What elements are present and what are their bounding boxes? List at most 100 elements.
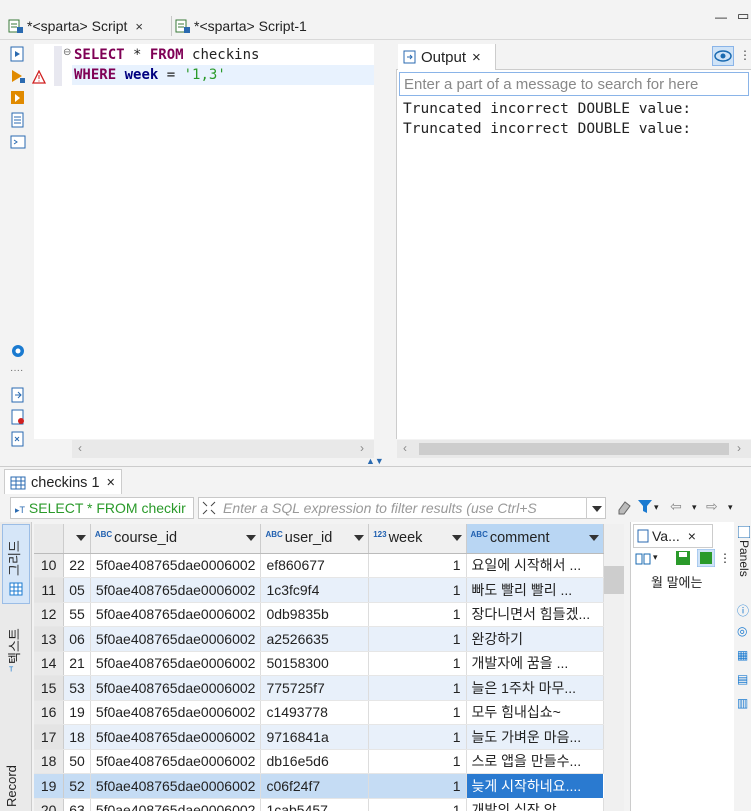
comment-cell[interactable]: 장다니면서 힘들겠... bbox=[466, 602, 604, 627]
row-number-cell[interactable]: 13 bbox=[34, 626, 65, 652]
course-id-cell[interactable]: 5f0ae408765dae0006002 bbox=[90, 724, 262, 750]
sort-dropdown-icon[interactable] bbox=[589, 535, 599, 541]
comment-cell[interactable]: 개발의 심장 앞... bbox=[466, 798, 604, 811]
sort-dropdown-icon[interactable] bbox=[75, 535, 86, 541]
id-cell[interactable]: 22 bbox=[63, 553, 91, 578]
id-cell[interactable]: 19 bbox=[63, 700, 91, 725]
filter-expression-input[interactable]: Enter a SQL expression to filter results… bbox=[198, 497, 606, 519]
week-cell[interactable]: 1 bbox=[368, 749, 467, 774]
save-script-icon[interactable] bbox=[10, 409, 26, 425]
tab-script[interactable]: *<sparta> Script × bbox=[8, 14, 143, 38]
id-cell[interactable]: 18 bbox=[63, 724, 91, 750]
week-cell[interactable]: 1 bbox=[368, 798, 467, 811]
user-id-cell[interactable]: 9716841a bbox=[260, 724, 370, 750]
tab-checkins-1[interactable]: checkins 1 × bbox=[4, 469, 122, 495]
week-cell[interactable]: 1 bbox=[368, 675, 467, 701]
id-cell[interactable]: 63 bbox=[63, 798, 91, 811]
comment-cell[interactable]: 빠도 빨리 빨리 ... bbox=[466, 577, 604, 603]
comment-cell[interactable]: 요일에 시작해서 ... bbox=[466, 553, 604, 578]
scroll-thumb[interactable] bbox=[604, 566, 624, 594]
user-id-cell[interactable]: 1cab5457 bbox=[260, 798, 370, 811]
user-id-cell[interactable]: 0db9835b bbox=[260, 602, 370, 627]
close-icon[interactable]: × bbox=[472, 49, 481, 66]
group-icon[interactable]: ◎ bbox=[737, 624, 747, 638]
auto-apply-icon[interactable] bbox=[697, 549, 715, 567]
grid-icon[interactable]: ▦ bbox=[737, 648, 748, 662]
record-tab-label[interactable]: Record bbox=[4, 765, 19, 807]
viewer-dropdown-icon[interactable]: ▾ bbox=[653, 552, 658, 563]
row-number-cell[interactable]: 12 bbox=[34, 602, 65, 627]
course-id-cell[interactable]: 5f0ae408765dae0006002 bbox=[90, 798, 262, 811]
week-cell[interactable]: 1 bbox=[368, 773, 467, 799]
execute-statement-icon[interactable] bbox=[10, 46, 26, 62]
output-hscrollbar[interactable]: ‹ › bbox=[397, 440, 751, 458]
export-script-icon[interactable] bbox=[10, 431, 26, 447]
forward-dropdown-icon[interactable]: ▾ bbox=[728, 502, 733, 513]
id-cell[interactable]: 53 bbox=[63, 675, 91, 701]
tab-value-viewer[interactable]: Va... × bbox=[633, 524, 713, 548]
course-id-cell[interactable]: 5f0ae408765dae0006002 bbox=[90, 773, 262, 799]
panels-icon[interactable] bbox=[738, 526, 750, 538]
tab-script-1[interactable]: *<sparta> Script-1 bbox=[175, 14, 307, 38]
week-cell[interactable]: 1 bbox=[368, 553, 467, 578]
table-row[interactable]: 19 52 5f0ae408765dae0006002 c06f24f7 1 늦게 시작하… bbox=[34, 773, 604, 799]
row-number-cell[interactable]: 11 bbox=[34, 577, 65, 603]
row-number-cell[interactable]: 18 bbox=[34, 749, 65, 774]
collapse-arrows-icon[interactable]: ▲▼ bbox=[366, 456, 384, 466]
show-output-toggle[interactable] bbox=[712, 46, 734, 66]
scroll-right-icon[interactable]: › bbox=[737, 441, 741, 455]
course-id-cell[interactable]: 5f0ae408765dae0006002 bbox=[90, 602, 262, 627]
course-id-cell[interactable]: 5f0ae408765dae0006002 bbox=[90, 700, 262, 725]
save-icon[interactable] bbox=[675, 550, 691, 566]
table-row[interactable]: 16 19 5f0ae408765dae0006002 c1493778 1 모두 힘내십… bbox=[34, 700, 604, 725]
console-icon[interactable] bbox=[10, 134, 26, 150]
week-cell[interactable]: 1 bbox=[368, 626, 467, 652]
row-number-cell[interactable]: 16 bbox=[34, 700, 65, 725]
tab-output[interactable]: Output × bbox=[398, 44, 496, 70]
scroll-right-icon[interactable]: › bbox=[360, 441, 364, 455]
table-row[interactable]: 12 55 5f0ae408765dae0006002 0db9835b 1 장다니면서 … bbox=[34, 602, 604, 627]
sort-dropdown-icon[interactable] bbox=[451, 535, 462, 541]
comment-cell[interactable]: 늘은 1주차 마무... bbox=[466, 675, 604, 701]
more-options-icon[interactable]: ⋮ bbox=[719, 551, 731, 565]
user-id-cell[interactable]: a2526635 bbox=[260, 626, 370, 652]
column-header-course-id[interactable]: ABC course_id bbox=[90, 524, 262, 554]
user-id-cell[interactable]: 50158300 bbox=[260, 651, 370, 676]
explain-plan-icon[interactable] bbox=[10, 112, 26, 128]
column-header-comment[interactable]: ABC comment bbox=[466, 524, 604, 554]
comment-cell[interactable]: 개발자에 꿈을 ... bbox=[466, 651, 604, 676]
row-number-cell[interactable]: 15 bbox=[34, 675, 65, 701]
load-script-icon[interactable] bbox=[10, 387, 26, 403]
week-cell[interactable]: 1 bbox=[368, 651, 467, 676]
comment-cell[interactable]: 스로 앱을 만들수... bbox=[466, 749, 604, 774]
column-header-id[interactable] bbox=[63, 524, 91, 554]
sort-dropdown-icon[interactable] bbox=[354, 535, 365, 541]
row-number-cell[interactable]: 19 bbox=[34, 773, 65, 799]
settings-gear-icon[interactable] bbox=[10, 343, 26, 359]
id-cell[interactable]: 05 bbox=[63, 577, 91, 603]
scroll-left-icon[interactable]: ‹ bbox=[78, 441, 82, 455]
scroll-left-icon[interactable]: ‹ bbox=[403, 441, 407, 455]
info-icon[interactable]: ⓘ bbox=[737, 602, 749, 619]
columns-icon[interactable]: ▥ bbox=[737, 696, 748, 710]
row-number-cell[interactable]: 14 bbox=[34, 651, 65, 676]
table-row[interactable]: 11 05 5f0ae408765dae0006002 1c3fc9f4 1 빠도 빨리 … bbox=[34, 577, 604, 603]
filter-dropdown-icon[interactable]: ▾ bbox=[654, 502, 659, 513]
week-cell[interactable]: 1 bbox=[368, 602, 467, 627]
grid-vscrollbar[interactable] bbox=[604, 524, 624, 811]
close-icon[interactable]: × bbox=[688, 528, 696, 544]
user-id-cell[interactable]: 1c3fc9f4 bbox=[260, 577, 370, 603]
id-cell[interactable]: 06 bbox=[63, 626, 91, 652]
course-id-cell[interactable]: 5f0ae408765dae0006002 bbox=[90, 577, 262, 603]
row-number-cell[interactable]: 20 bbox=[34, 798, 65, 811]
column-header-week[interactable]: 123 week bbox=[368, 524, 467, 554]
sql-editor[interactable] bbox=[34, 44, 374, 439]
course-id-cell[interactable]: 5f0ae408765dae0006002 bbox=[90, 651, 262, 676]
table-row[interactable]: 15 53 5f0ae408765dae0006002 775725f7 1 늘은 1주차… bbox=[34, 675, 604, 701]
back-dropdown-icon[interactable]: ▾ bbox=[692, 502, 697, 513]
id-cell[interactable]: 50 bbox=[63, 749, 91, 774]
execute-new-tab-icon[interactable] bbox=[10, 90, 26, 106]
comment-cell[interactable]: 늘도 가벼운 마음... bbox=[466, 724, 604, 750]
user-id-cell[interactable]: c06f24f7 bbox=[260, 773, 370, 799]
more-options-icon[interactable]: ⋮ bbox=[739, 48, 751, 62]
